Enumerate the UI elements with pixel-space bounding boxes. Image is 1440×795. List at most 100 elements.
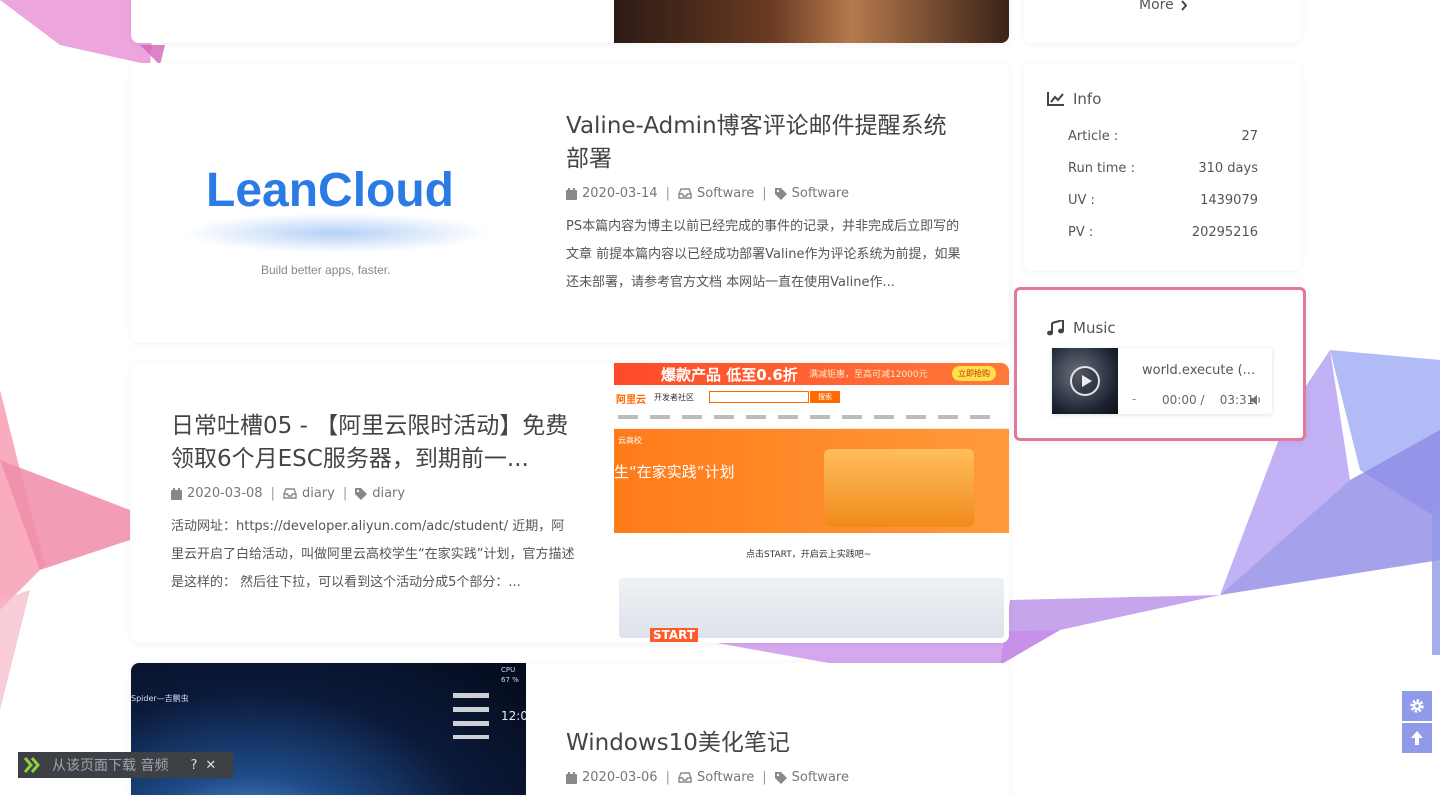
thumb-meters: [453, 693, 489, 739]
tag-icon: [774, 187, 787, 200]
info-label: Article :: [1068, 129, 1119, 144]
arrow-up-icon: [1411, 731, 1423, 745]
post-card-partial: [131, 0, 1009, 43]
close-icon[interactable]: ✕: [205, 758, 216, 773]
info-title: Info: [1047, 90, 1101, 108]
leancloud-logo: LeanCloud: [206, 164, 454, 217]
post-meta: 2020-03-06 | Software | Software: [566, 770, 849, 785]
track-progress-dot[interactable]: -: [1132, 392, 1136, 406]
post-category[interactable]: Software: [697, 770, 754, 785]
thumb-cpu-value: 67 %: [501, 676, 519, 684]
separator: |: [762, 186, 767, 201]
play-button[interactable]: [1070, 366, 1100, 396]
settings-button[interactable]: [1402, 691, 1432, 721]
current-time: 00:00 /: [1162, 393, 1205, 407]
post-card: 日常吐槽05 - 【阿里云限时活动】免费领取6个月ESC服务器，到期前一... …: [131, 363, 1009, 643]
leancloud-reflection: [181, 213, 491, 253]
start-section: 点击START，开启云上实践吧~ START: [614, 533, 1009, 643]
music-title: Music: [1047, 319, 1116, 337]
album-cover: [1052, 348, 1118, 414]
start-text: 点击START，开启云上实践吧~: [746, 550, 872, 560]
info-value: 310 days: [1198, 161, 1258, 176]
separator: |: [270, 486, 275, 501]
info-value: 1439079: [1200, 193, 1258, 208]
info-value: 20295216: [1191, 225, 1258, 240]
thumb-clock: 12:0: [501, 709, 526, 723]
aliyun-hero: 云高校 生“在家实践”计划: [614, 429, 1009, 533]
download-toast: 从该页面下载 音频 ? ✕: [18, 752, 233, 778]
back-to-top-button[interactable]: [1402, 723, 1432, 753]
promo-subtext: 满减钜惠，至高可减12000元: [809, 370, 928, 380]
separator: |: [665, 770, 670, 785]
music-widget: Music world.execute (... - 00:00 / 03:31: [1014, 287, 1306, 441]
hero-title: 生“在家实践”计划: [614, 463, 735, 481]
inbox-icon: [678, 772, 692, 783]
post-title[interactable]: Windows10美化笔记: [566, 727, 966, 760]
post-thumbnail[interactable]: LeanCloud Build better apps, faster.: [131, 63, 531, 343]
promo-button: 立即抢购: [952, 366, 996, 381]
post-category[interactable]: Software: [697, 186, 754, 201]
post-meta: 2020-03-14 | Software | Software: [566, 186, 849, 201]
aliyun-community: 开发者社区: [654, 393, 694, 402]
separator: |: [342, 486, 348, 501]
calendar-icon: [171, 487, 182, 500]
gear-icon: [1410, 699, 1424, 713]
tag-icon: [355, 487, 368, 500]
info-title-label: Info: [1073, 90, 1102, 108]
post-thumbnail[interactable]: 爆款产品 低至0.6折 满减钜惠，至高可减12000元 立即抢购 阿里云 开发者…: [614, 363, 1009, 643]
post-date: 2020-03-08: [187, 486, 263, 501]
info-label: PV :: [1068, 225, 1094, 240]
post-excerpt: PS本篇内容为博主以前已经完成的事件的记录，并非完成后立即写的文章 前提本篇内容…: [566, 219, 961, 290]
hero-illustration: [824, 449, 974, 527]
post-thumbnail[interactable]: [614, 0, 1009, 43]
inbox-icon: [283, 488, 297, 499]
info-value: 27: [1241, 129, 1258, 144]
separator: |: [762, 770, 767, 785]
info-label: Run time :: [1068, 161, 1135, 176]
track-title: world.execute (...: [1142, 363, 1256, 378]
leancloud-tagline: Build better apps, faster.: [261, 263, 391, 277]
post-excerpt: 活动网址：https://developer.aliyun.com/adc/st…: [171, 519, 575, 590]
post-date: 2020-03-06: [582, 770, 658, 785]
info-row-pv: PV : 20295216: [1068, 225, 1258, 240]
nav-links-placeholder: [618, 415, 998, 419]
more-link[interactable]: More: [1139, 0, 1188, 13]
download-text[interactable]: 从该页面下载 音频: [52, 755, 168, 775]
more-card: More: [1024, 0, 1301, 43]
info-row-uv: UV : 1439079: [1068, 193, 1258, 208]
post-title[interactable]: 日常吐槽05 - 【阿里云限时活动】免费领取6个月ESC服务器，到期前一...: [171, 410, 576, 476]
inbox-icon: [678, 188, 692, 199]
help-button[interactable]: ?: [190, 758, 197, 773]
music-player: world.execute (... - 00:00 / 03:31: [1052, 348, 1272, 414]
calendar-icon: [566, 771, 577, 784]
separator: |: [665, 186, 670, 201]
more-label: More: [1139, 0, 1174, 13]
post-title[interactable]: Valine-Admin博客评论邮件提醒系统部署: [566, 110, 966, 176]
hero-tag: 云高校: [618, 436, 642, 445]
info-label: UV :: [1068, 193, 1095, 208]
thumb-caption: Spider—吉鹏虫: [131, 694, 189, 703]
post-meta: 2020-03-08 | diary | diary: [171, 486, 405, 501]
post-card: LeanCloud Build better apps, faster. Val…: [131, 63, 1009, 343]
post-category[interactable]: diary: [302, 486, 335, 501]
volume-icon[interactable]: [1250, 395, 1261, 405]
post-tag[interactable]: diary: [372, 486, 405, 501]
chevron-right-icon: [1180, 0, 1188, 11]
start-label: START: [650, 628, 699, 642]
post-tag[interactable]: Software: [792, 770, 849, 785]
info-row-article: Article : 27: [1068, 129, 1258, 144]
promo-text: 爆款产品 低至0.6折: [661, 366, 798, 384]
tag-icon: [774, 771, 787, 784]
search-box: [709, 391, 809, 403]
info-widget: Info Article : 27 Run time : 310 days UV…: [1024, 63, 1301, 271]
post-tag[interactable]: Software: [792, 186, 849, 201]
info-row-runtime: Run time : 310 days: [1068, 161, 1258, 176]
music-title-label: Music: [1073, 319, 1116, 337]
double-chevron-icon: [24, 757, 40, 773]
promo-banner: 爆款产品 低至0.6折 满减钜惠，至高可减12000元 立即抢购: [614, 363, 1009, 385]
thumb-cpu-label: CPU: [501, 666, 516, 674]
line-chart-icon: [1047, 92, 1064, 106]
search-button-mini: 搜索: [810, 391, 840, 403]
aliyun-nav: 阿里云 开发者社区 搜索: [614, 385, 1009, 429]
post-card: Spider—吉鹏虫 CPU 67 % 12:0 Windows10美化笔记 2…: [131, 663, 1009, 795]
